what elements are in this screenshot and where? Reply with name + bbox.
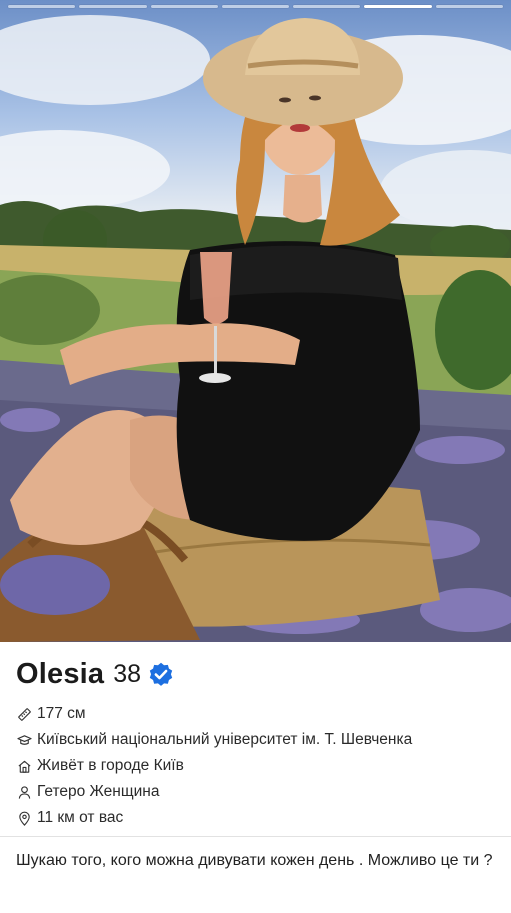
detail-city-text: Живёт в городе Київ xyxy=(37,757,184,774)
profile-photo[interactable] xyxy=(0,0,511,642)
home-icon xyxy=(16,758,32,774)
detail-distance: 11 км от вас xyxy=(16,805,412,831)
detail-orientation: Гетеро Женщина xyxy=(16,779,412,805)
story-segment[interactable] xyxy=(221,5,290,8)
detail-city: Живёт в городе Київ xyxy=(16,753,412,779)
profile-bio: Шукаю того, кого можна дивувати кожен де… xyxy=(16,852,493,869)
detail-education: Київський національний університет ім. Т… xyxy=(16,727,412,753)
name-row: Olesia 38 xyxy=(16,658,175,691)
detail-education-text: Київський національний університет ім. Т… xyxy=(37,731,413,748)
verified-badge-icon xyxy=(149,662,173,686)
profile-name: Olesia xyxy=(16,658,105,690)
profile-age: 38 xyxy=(113,660,142,688)
story-progress xyxy=(8,5,503,9)
story-segment[interactable] xyxy=(150,5,218,8)
story-segment[interactable] xyxy=(79,5,147,8)
photo-illustration xyxy=(0,15,511,642)
graduation-cap-icon xyxy=(16,732,32,748)
story-segment[interactable] xyxy=(435,5,503,8)
location-pin-icon xyxy=(16,810,32,826)
profile-details: 177 см Київський національний університе… xyxy=(16,701,412,831)
detail-distance-text: 11 км от вас xyxy=(37,809,124,826)
detail-height-text: 177 см xyxy=(37,705,86,722)
detail-orientation-text: Гетеро Женщина xyxy=(37,783,160,800)
story-segment[interactable] xyxy=(8,5,76,8)
story-segment[interactable] xyxy=(293,5,361,8)
person-icon xyxy=(16,784,32,800)
detail-height: 177 см xyxy=(16,701,412,727)
story-segment-active[interactable] xyxy=(364,5,432,8)
profile-card[interactable]: Olesia 38 177 см Київський національний … xyxy=(0,0,511,913)
ruler-icon xyxy=(16,706,32,722)
divider xyxy=(0,836,511,837)
